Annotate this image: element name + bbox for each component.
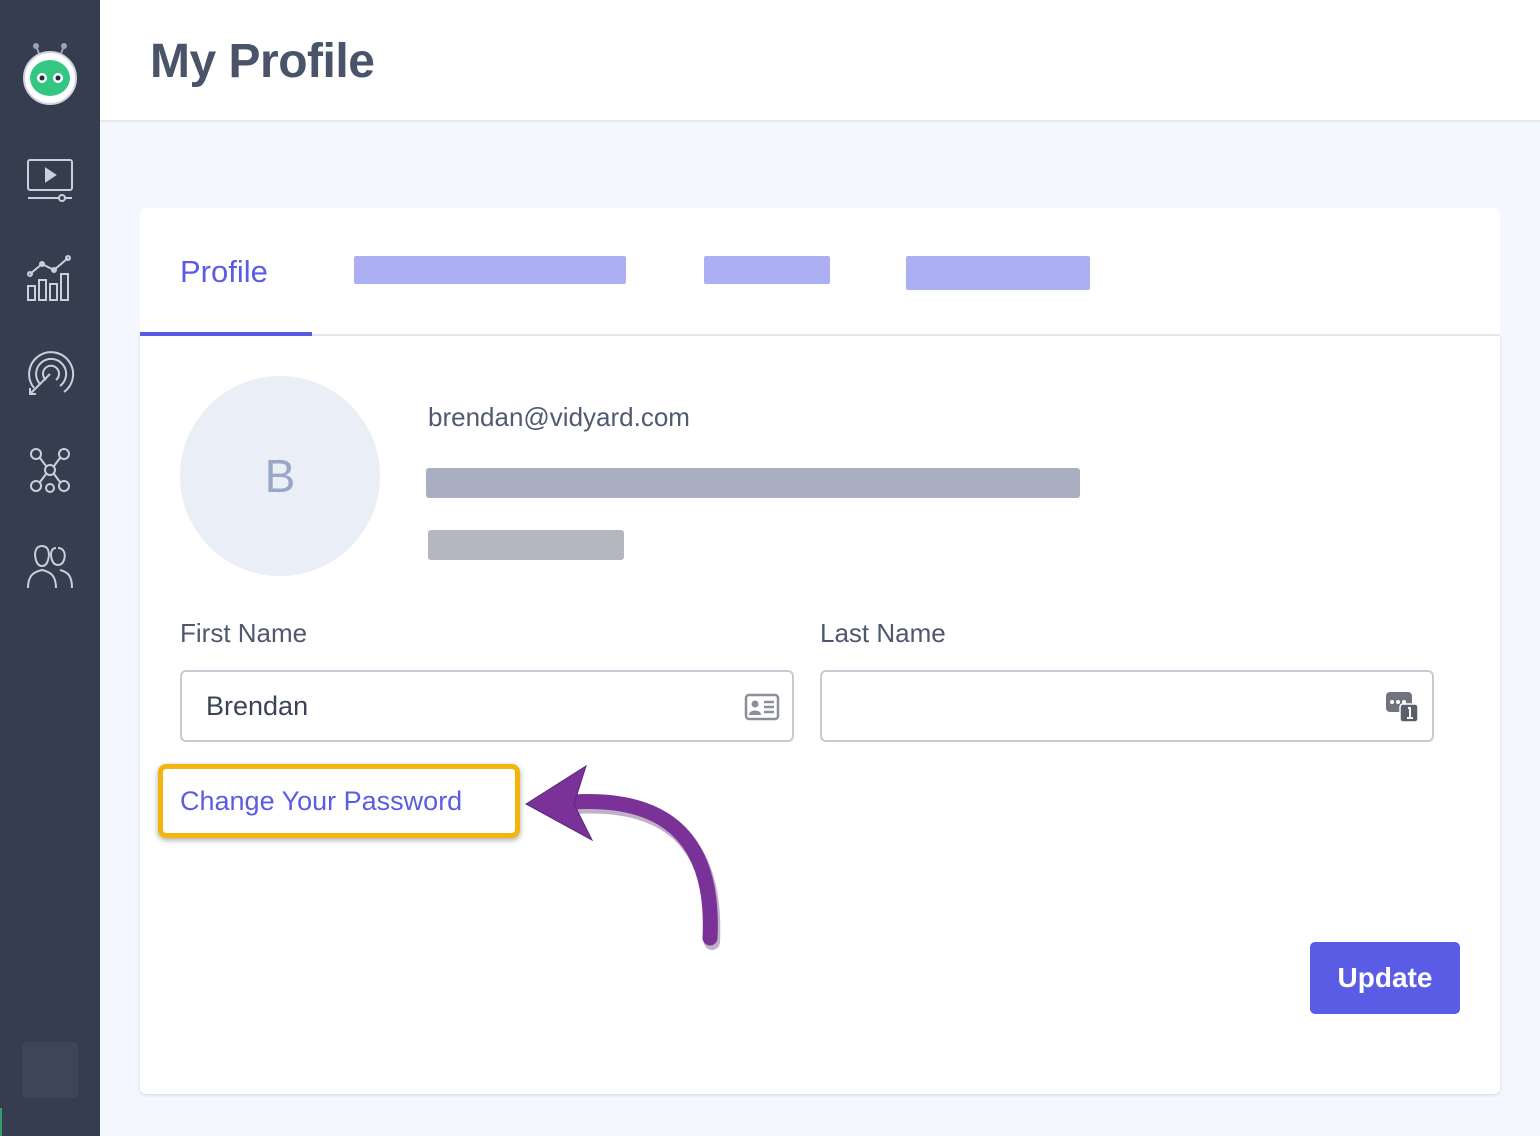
redacted-info-line-2 xyxy=(428,530,624,560)
tab-redacted-3[interactable] xyxy=(906,256,1090,290)
integrations-icon[interactable] xyxy=(24,444,76,496)
tab-profile-label: Profile xyxy=(180,254,268,289)
avatar[interactable]: B xyxy=(180,376,380,576)
first-name-input[interactable] xyxy=(206,672,736,740)
video-library-icon[interactable] xyxy=(24,154,76,206)
contact-card-icon[interactable] xyxy=(744,690,780,724)
target-icon[interactable] xyxy=(24,348,76,400)
profile-tabs: Profile xyxy=(140,208,1500,336)
team-icon[interactable] xyxy=(24,540,76,592)
tab-redacted-1[interactable] xyxy=(354,256,626,284)
sidebar xyxy=(0,0,100,1136)
change-password-link[interactable]: Change Your Password xyxy=(180,786,462,817)
update-button[interactable]: Update xyxy=(1310,942,1460,1014)
last-name-label: Last Name xyxy=(820,618,946,648)
last-name-field[interactable] xyxy=(820,670,1434,742)
profile-email: brendan@vidyard.com xyxy=(428,402,690,432)
page-title: My Profile xyxy=(150,35,375,88)
first-name-label: First Name xyxy=(180,618,308,648)
tab-redacted-2[interactable] xyxy=(704,256,830,284)
first-name-field[interactable] xyxy=(180,670,794,742)
password-manager-icon[interactable] xyxy=(1384,690,1420,724)
top-bar: My Profile xyxy=(100,0,1540,122)
analytics-icon[interactable] xyxy=(24,252,76,304)
redacted-info-line-1 xyxy=(426,468,1080,498)
last-name-input[interactable] xyxy=(846,672,1376,740)
sidebar-accent-edge xyxy=(0,1108,2,1136)
profile-card: B brendan@vidyard.com First Name Last Na… xyxy=(140,336,1500,1094)
sidebar-footer-button[interactable] xyxy=(22,1042,78,1098)
annotation-arrow-icon xyxy=(525,764,721,950)
robot-logo-icon[interactable] xyxy=(22,42,78,106)
tab-profile[interactable]: Profile xyxy=(140,208,312,336)
